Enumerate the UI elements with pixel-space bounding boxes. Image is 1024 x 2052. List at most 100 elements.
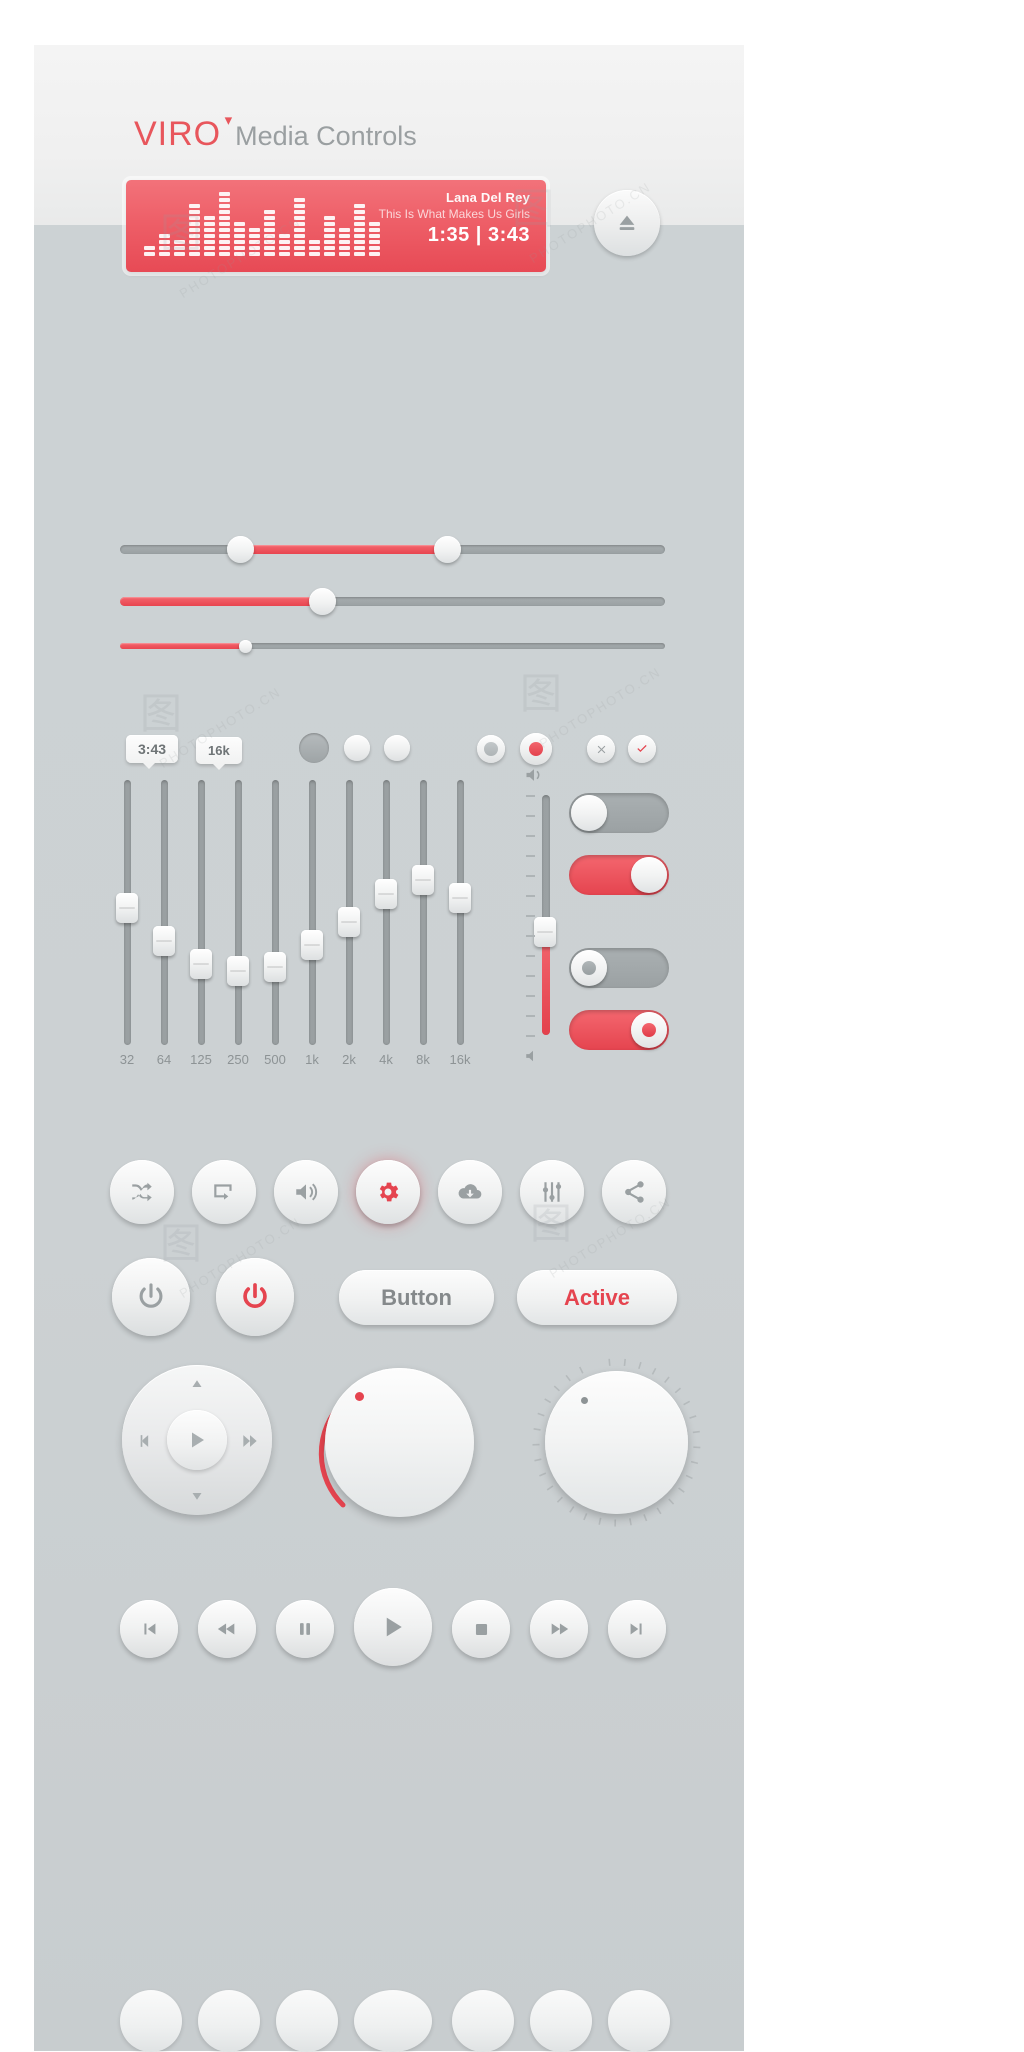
eq-bar-segment [189,234,200,238]
play-button[interactable] [354,1588,432,1666]
shuffle-icon-button[interactable] [110,1160,174,1224]
jog-dial[interactable] [122,1365,272,1515]
checkbox-reject[interactable] [587,735,615,763]
eq-bar-segment [159,246,170,250]
eq-bar-segment [249,234,260,238]
radio-option-1[interactable] [299,733,329,763]
strip-button-1[interactable] [120,1990,182,2052]
eq-band-250[interactable]: 250 [231,780,245,1045]
slider-handle-end[interactable] [434,536,461,563]
eq-bar-segment [249,246,260,250]
active-button[interactable]: Active [517,1270,677,1325]
eq-bar-segment [339,252,350,256]
eq-bar-segment [189,252,200,256]
eq-bar-segment [279,246,290,250]
radio-off[interactable] [477,735,505,763]
volume-icon-button[interactable] [274,1160,338,1224]
eq-band-16k[interactable]: 16k [453,780,467,1045]
jog-center-button[interactable] [167,1410,227,1470]
strip-button-7[interactable] [608,1990,670,2052]
logo-mark-icon: ▾ [225,113,234,128]
power-button-off[interactable] [112,1258,190,1336]
skip-next-icon [626,1618,648,1640]
pause-button[interactable] [276,1600,334,1658]
slider-handle[interactable] [309,588,336,615]
knob-with-arc[interactable] [312,1355,487,1530]
volume-tick [526,955,535,957]
eq-bar-segment [279,252,290,256]
eq-band-handle[interactable] [375,879,397,909]
eq-band-1k[interactable]: 1k [305,780,319,1045]
eq-band-2k[interactable]: 2k [342,780,356,1045]
toggle-off-plain[interactable] [569,793,669,833]
eq-band-label: 2k [329,1052,369,1067]
eq-band-4k[interactable]: 4k [379,780,393,1045]
play-icon [378,1612,408,1642]
slider-handle[interactable] [239,640,252,653]
gear-icon-button[interactable] [356,1160,420,1224]
knob-body[interactable] [325,1368,474,1517]
eq-band-label: 1k [292,1052,332,1067]
strip-button-4[interactable] [354,1990,432,2052]
eq-bar-segment [174,252,185,256]
eq-bar-segment [174,246,185,250]
radio-option-3[interactable] [384,735,410,761]
toggle-off-led[interactable] [569,948,669,988]
volume-fader[interactable] [512,765,572,1075]
eq-band-track [309,780,316,1045]
strip-button-2[interactable] [198,1990,260,2052]
skip-previous-button[interactable] [120,1600,178,1658]
volume-tick [526,1015,535,1017]
thin-slider[interactable] [120,643,665,649]
repeat-icon-button[interactable] [192,1160,256,1224]
eq-band-handle[interactable] [190,949,212,979]
progress-slider[interactable] [120,597,665,607]
fast-forward-button[interactable] [530,1600,588,1658]
eq-band-track [420,780,427,1045]
default-button[interactable]: Button [339,1270,494,1325]
strip-button-5[interactable] [452,1990,514,2052]
eq-band-500[interactable]: 500 [268,780,282,1045]
knob-notched[interactable] [529,1355,704,1530]
strip-button-3[interactable] [276,1990,338,2052]
eq-band-32[interactable]: 32 [120,780,134,1045]
rewind-button[interactable] [198,1600,256,1658]
stop-icon [472,1620,491,1639]
toggle-on-led[interactable] [569,1010,669,1050]
eq-band-handle[interactable] [227,956,249,986]
eq-bar-segment [204,222,215,226]
eq-band-125[interactable]: 125 [194,780,208,1045]
skip-next-button[interactable] [608,1600,666,1658]
cloud-download-icon-button[interactable] [438,1160,502,1224]
eq-bar-segment [264,252,275,256]
eq-bar-segment [159,240,170,244]
strip-button-6[interactable] [530,1990,592,2052]
slider-handle-start[interactable] [227,536,254,563]
pause-icon [295,1619,315,1639]
eq-band-64[interactable]: 64 [157,780,171,1045]
volume-tick [526,795,535,797]
eq-bar-segment [324,222,335,226]
eq-band-handle[interactable] [412,865,434,895]
eject-button[interactable] [594,190,660,256]
eq-band-handle[interactable] [449,883,471,913]
eq-bar-segment [219,216,230,220]
checkbox-accept[interactable] [628,735,656,763]
volume-handle[interactable] [534,917,556,947]
eq-band-handle[interactable] [153,926,175,956]
eq-band-handle[interactable] [116,893,138,923]
eq-band-handle[interactable] [301,930,323,960]
eq-bar-segment [264,246,275,250]
radio-on[interactable] [520,733,552,765]
eq-band-handle[interactable] [264,952,286,982]
power-button-on[interactable] [216,1258,294,1336]
radio-option-2[interactable] [344,735,370,761]
share-icon-button[interactable] [602,1160,666,1224]
stop-button[interactable] [452,1600,510,1658]
equalizer-icon-button[interactable] [520,1160,584,1224]
knob-body[interactable] [545,1371,688,1514]
toggle-on-plain[interactable] [569,855,669,895]
range-slider[interactable] [120,545,665,555]
eq-band-8k[interactable]: 8k [416,780,430,1045]
eq-band-handle[interactable] [338,907,360,937]
